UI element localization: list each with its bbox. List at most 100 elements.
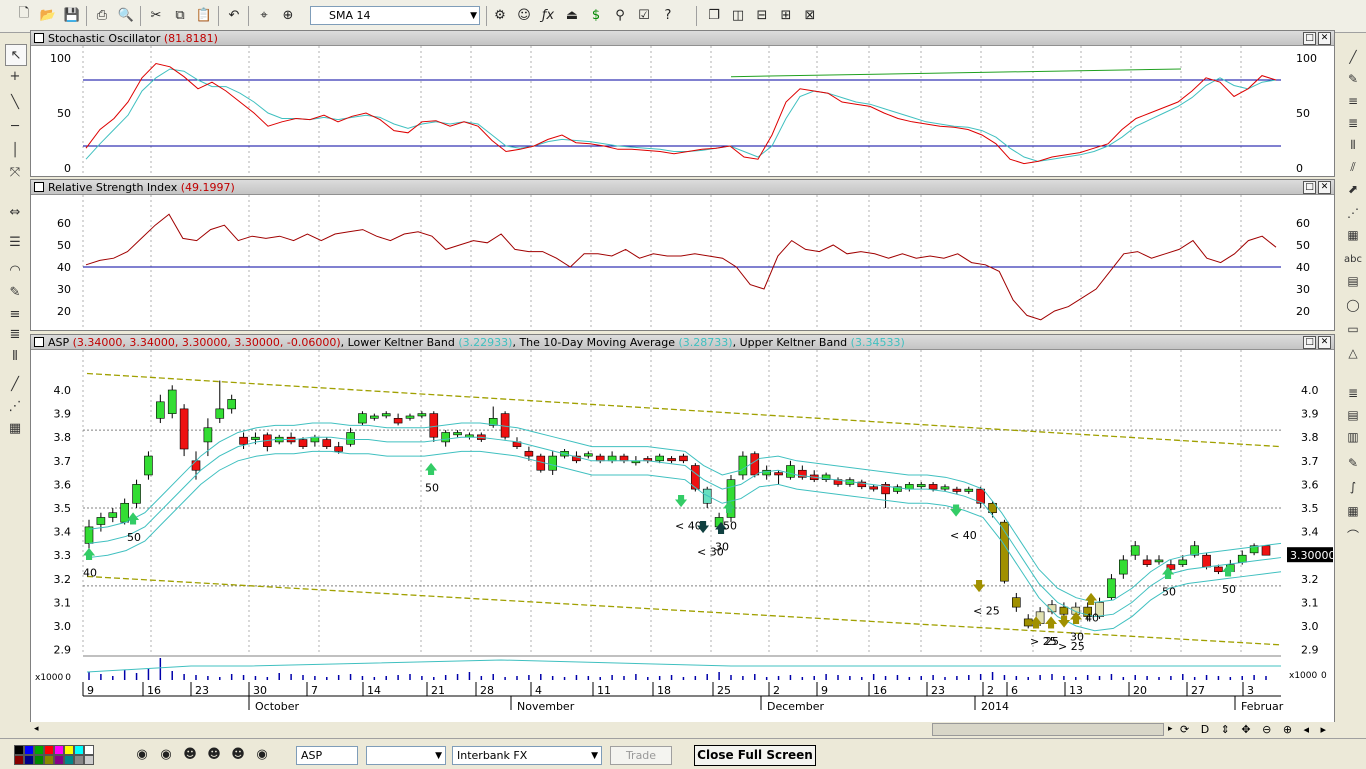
close-icon[interactable]: ✕ (1318, 32, 1331, 45)
stochastic-panel[interactable]: Stochastic Oscillator (81.8181) □ ✕ 100 1… (30, 30, 1335, 177)
save-icon[interactable]: 💾 (62, 5, 82, 25)
x-tick-label-18: 13 (1069, 684, 1083, 697)
fan-icon[interactable]: ⋰ (5, 396, 25, 416)
binoculars-icon[interactable]: ⚲ (610, 5, 630, 25)
copy-icon[interactable]: ⧉ (170, 5, 190, 25)
print-preview-icon[interactable]: 🔍 (116, 5, 136, 25)
maximize-icon[interactable]: □ (1303, 32, 1316, 45)
flag-icon[interactable]: ☰ (5, 232, 25, 252)
fib-icon[interactable]: ≡ (5, 304, 25, 324)
feed-select[interactable]: Interbank FX ▼ (452, 746, 602, 765)
browser-icon[interactable]: ◉ (132, 744, 152, 764)
window-cascade-icon[interactable]: ❐ (704, 5, 724, 25)
pattern-icon[interactable]: ▦ (5, 418, 25, 438)
triangle-icon[interactable]: △ (1343, 344, 1363, 362)
pattern-icon[interactable]: ▦ (1343, 226, 1363, 244)
indicator-icon[interactable]: ⚙ (490, 5, 510, 25)
indicator-select-value: SMA 14 (329, 9, 371, 22)
symbol-input[interactable]: ASP (296, 746, 358, 765)
channel-icon[interactable]: ⫽ (1343, 158, 1363, 176)
stochastic-title: Stochastic Oscillator (48, 32, 161, 45)
grid-tool-icon[interactable]: ▥ (1343, 428, 1363, 446)
pointer-icon[interactable]: ↖ (5, 44, 27, 66)
curve-icon[interactable]: ∫ (1343, 478, 1363, 496)
rsi-panel[interactable]: Relative Strength Index (49.1997) □ ✕ 60… (30, 179, 1335, 331)
candle-body (334, 446, 343, 452)
price-panel[interactable]: ASP (3.34000, 3.34000, 3.30000, 3.30000,… (30, 334, 1335, 724)
table-icon[interactable]: ▤ (1343, 272, 1363, 290)
vertical-line-icon[interactable]: │ (5, 140, 25, 160)
tile-vertical-icon[interactable]: ◫ (728, 5, 748, 25)
new-icon[interactable]: 🗋 (14, 5, 34, 25)
indicator-select[interactable]: SMA 14 ▼ (310, 6, 480, 25)
pattern-icon[interactable]: ▦ (1343, 502, 1363, 520)
pencil-icon[interactable]: ✎ (1343, 454, 1363, 472)
trade-button[interactable]: Trade (610, 746, 672, 765)
move-icon[interactable]: ⤧ (5, 162, 25, 182)
ellipse-icon[interactable]: ◯ (1343, 296, 1363, 314)
maximize-icon[interactable]: □ (1303, 336, 1316, 349)
candle-body (928, 484, 938, 490)
candle-body (584, 453, 593, 457)
arrow-icon[interactable]: ⬈ (1343, 180, 1363, 198)
signal-label-2: 50 (425, 482, 439, 495)
line-icon[interactable]: ╱ (1343, 48, 1363, 66)
candle-body (96, 517, 106, 525)
pencil-icon[interactable]: ✎ (1343, 70, 1363, 88)
line-tool-icon[interactable]: ╱ (5, 374, 25, 394)
fan-icon[interactable]: ⋰ (1343, 204, 1363, 222)
users-icon[interactable]: ☻ (204, 744, 224, 764)
close-icon[interactable]: ✕ (1318, 336, 1331, 349)
browser-icon[interactable]: ◉ (252, 744, 272, 764)
crosshair-tool-icon[interactable]: + (5, 66, 25, 86)
users-icon[interactable]: ☻ (180, 744, 200, 764)
gann-icon[interactable]: ⦀ (1343, 136, 1363, 154)
candle-body (1178, 559, 1188, 565)
scroll-left-icon[interactable]: ◂ (34, 724, 39, 734)
levels-icon[interactable]: ≣ (1343, 114, 1363, 132)
analysis-icon[interactable]: ⏏ (562, 5, 582, 25)
print-icon[interactable]: ⎙ (92, 5, 112, 25)
arrange-icon[interactable]: ⊠ (800, 5, 820, 25)
stoch-y-label-right: 50 (1296, 107, 1310, 120)
checklist-icon[interactable]: ☑ (634, 5, 654, 25)
rectangle-icon[interactable]: ▭ (1343, 320, 1363, 338)
chart-scrollbar[interactable]: ◂ ▸ ⟳ D ⇕ ✥ ⊖ ⊕ ◂ ▸ ⊕ (30, 722, 1335, 749)
lower-keltner-value: (3.22933) (458, 336, 513, 349)
curve-icon[interactable]: ⌒ (1343, 526, 1363, 544)
levels-icon[interactable]: ≡ (1343, 92, 1363, 110)
paste-icon[interactable]: 📋 (194, 5, 214, 25)
browser-icon[interactable]: ◉ (156, 744, 176, 764)
scroll-thumb[interactable] (932, 723, 1164, 736)
period-select[interactable]: ▼ (366, 746, 446, 765)
trendline-icon[interactable]: ╲ (5, 92, 25, 112)
users-icon[interactable]: ☻ (228, 744, 248, 764)
scroll-right-icon[interactable]: ▸ (1168, 724, 1173, 734)
close-icon[interactable]: ✕ (1318, 181, 1331, 194)
text-icon[interactable]: abc (1343, 250, 1363, 268)
close-fullscreen-button[interactable]: Close Full Screen (694, 745, 816, 766)
pencil-icon[interactable]: ✎ (5, 282, 25, 302)
grid-tool-icon[interactable]: ≣ (5, 324, 25, 344)
horizontal-line-icon[interactable]: ─ (5, 116, 25, 136)
cut-icon[interactable]: ✂ (146, 5, 166, 25)
price-y-label-right: 3.5 (1301, 502, 1319, 515)
grid-tool-icon[interactable]: ▤ (1343, 406, 1363, 424)
arc-icon[interactable]: ◠ (5, 260, 25, 280)
color-palette[interactable] (14, 745, 104, 765)
zoom-icon[interactable]: ⊕ (278, 5, 298, 25)
bars-icon[interactable]: ⦀ (5, 346, 25, 366)
dollar-icon[interactable]: $ (586, 5, 606, 25)
fx-icon[interactable]: ƒx (538, 5, 558, 25)
maximize-icon[interactable]: □ (1303, 181, 1316, 194)
levels-icon[interactable]: ≣ (1343, 384, 1363, 402)
scroll-icon[interactable]: ⇔ (5, 202, 25, 222)
tile-horizontal-icon[interactable]: ⊟ (752, 5, 772, 25)
help-icon[interactable]: ? (658, 5, 678, 25)
expert-icon[interactable]: ☺ (514, 5, 534, 25)
tile-grid-icon[interactable]: ⊞ (776, 5, 796, 25)
volume-average (86, 659, 1281, 673)
open-icon[interactable]: 📂 (38, 5, 58, 25)
undo-icon[interactable]: ↶ (224, 5, 244, 25)
crosshair-icon[interactable]: ⌖ (254, 5, 274, 25)
